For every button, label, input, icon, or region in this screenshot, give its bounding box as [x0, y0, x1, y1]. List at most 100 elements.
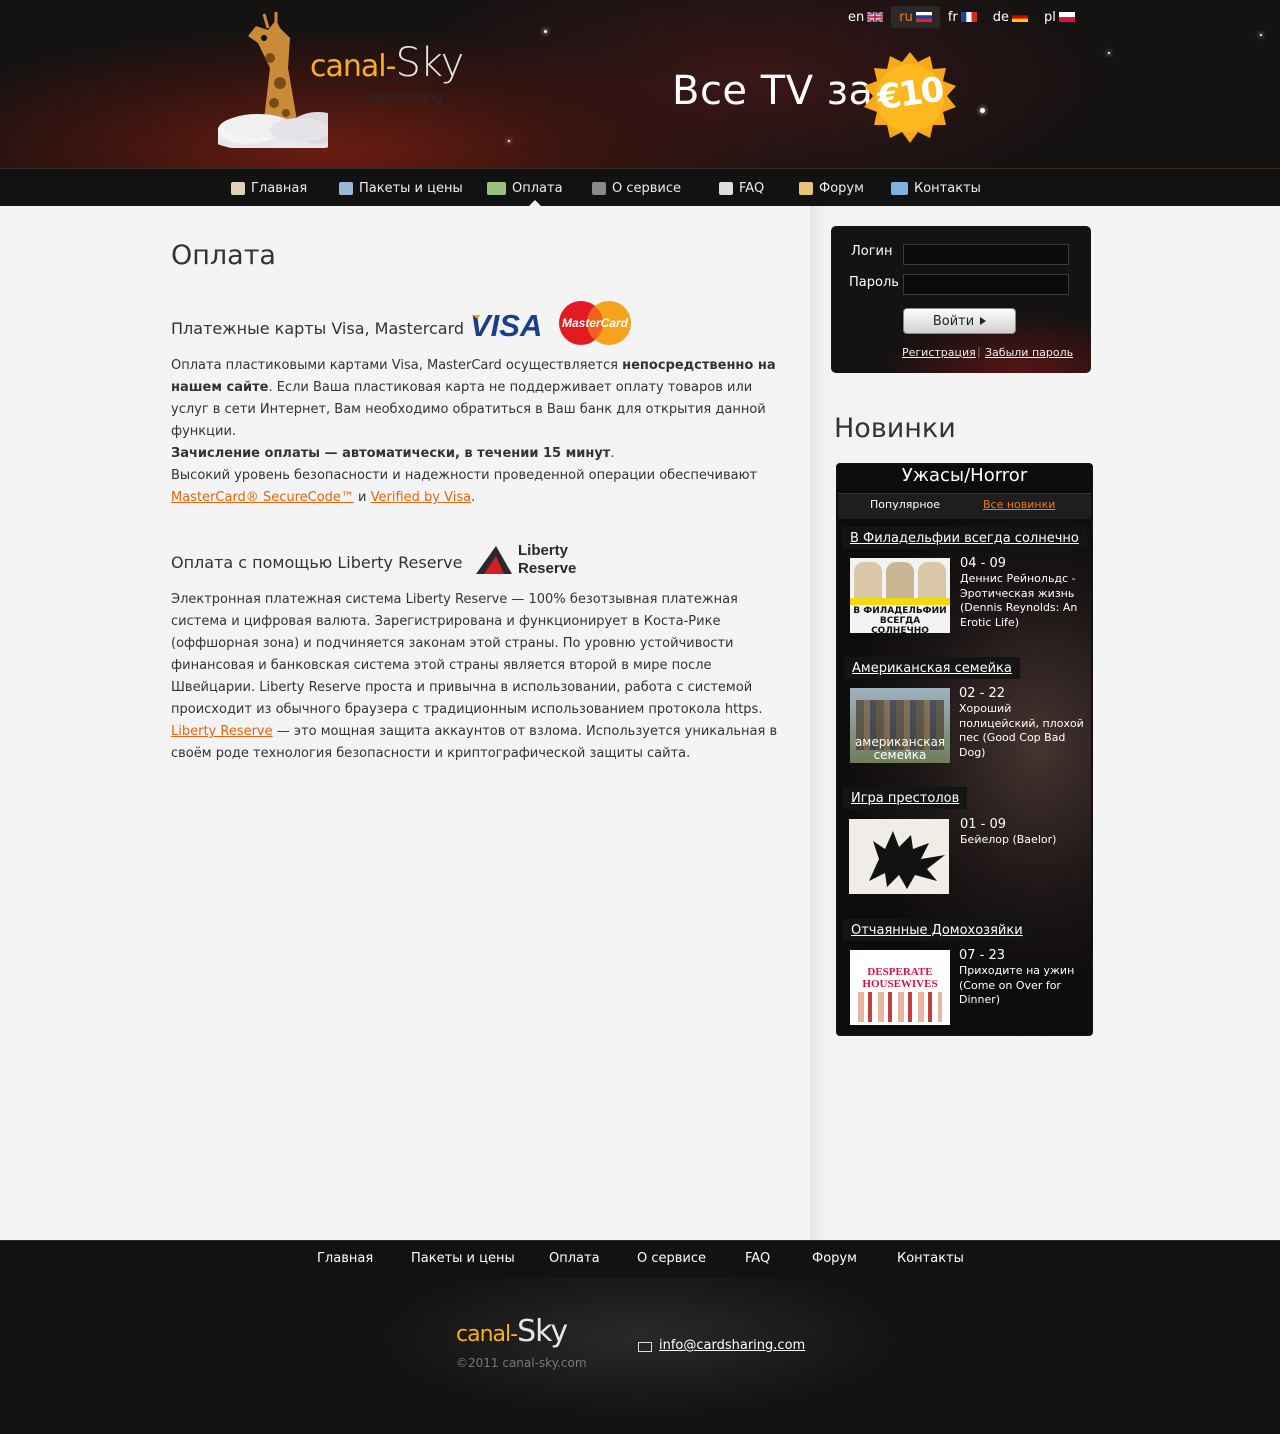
- satellite-icon: [592, 181, 606, 195]
- nav-label: О сервисе: [612, 180, 682, 196]
- genre-title: Ужасы/Horror: [901, 465, 1028, 486]
- footer-nav-about[interactable]: О сервисе: [637, 1251, 706, 1266]
- promo-text: Все TV за: [672, 68, 874, 114]
- episode-name: Приходите на ужин (Come on Over for Dinn…: [959, 964, 1075, 1006]
- password-input[interactable]: [903, 274, 1069, 295]
- cast-figure: [886, 562, 914, 598]
- lang-code: fr: [947, 9, 958, 25]
- forgot-password-link[interactable]: Забыли пароль: [985, 346, 1073, 359]
- thumb-caption: DESPERATE HOUSEWIVES: [862, 966, 938, 990]
- login-button[interactable]: Войти: [903, 308, 1016, 334]
- star-decoration: [544, 30, 547, 33]
- footer-email-link[interactable]: info@cardsharing.com: [659, 1338, 805, 1353]
- header: canal-Sky cardsharing Все TV за €10 en r…: [0, 0, 1280, 168]
- register-link[interactable]: Регистрация: [902, 346, 976, 359]
- episode-number: 02 - 22: [959, 686, 1006, 701]
- cards-description: Оплата пластиковыми картами Visa, Master…: [171, 358, 776, 505]
- france-flag-icon: [960, 12, 977, 22]
- lang-de[interactable]: de: [985, 6, 1036, 28]
- forum-icon: [799, 181, 813, 195]
- show-thumbnail[interactable]: американская семейка: [850, 688, 950, 763]
- nav-label: Форум: [819, 180, 864, 196]
- lang-code: pl: [1044, 9, 1056, 25]
- active-nav-indicator: [529, 200, 541, 206]
- page-title: Оплата: [171, 240, 276, 271]
- show-thumbnail[interactable]: DESPERATE HOUSEWIVES: [850, 950, 950, 1025]
- lang-fr[interactable]: fr: [940, 6, 985, 28]
- mail-icon: [638, 1342, 652, 1352]
- nav-item-faq[interactable]: FAQ: [719, 169, 764, 207]
- cast-figure: [858, 992, 942, 1022]
- liberty-section-title: Оплата с помощью Liberty Reserve: [171, 553, 463, 572]
- mastercard-securecode-link[interactable]: MasterCard® SecureCode™: [171, 490, 354, 505]
- thumb-caption: В ФИЛАДЕЛЬФИИ ВСЕГДА СОЛНЕЧНО: [853, 606, 947, 633]
- main-nav: Главная Пакеты и цены Оплата О сервисе F…: [0, 168, 1280, 206]
- show-thumbnail[interactable]: В ФИЛАДЕЛЬФИИ ВСЕГДА СОЛНЕЧНО: [850, 558, 950, 633]
- footer: [0, 1278, 1280, 1434]
- russia-flag-icon: [915, 12, 932, 22]
- visa-logo-text: VISA: [470, 309, 542, 341]
- footer-nav-forum[interactable]: Форум: [812, 1251, 857, 1266]
- visa-logo-icon: VISA: [470, 309, 542, 341]
- episode-number: 04 - 09: [960, 556, 1007, 571]
- nav-label: Контакты: [914, 180, 981, 196]
- lang-code: ru: [899, 9, 913, 25]
- footer-nav-packages[interactable]: Пакеты и цены: [411, 1251, 515, 1266]
- lang-ru[interactable]: ru: [891, 6, 940, 28]
- logo-subtitle: cardsharing: [366, 90, 443, 105]
- nav-item-home[interactable]: Главная: [231, 169, 307, 207]
- nav-item-about[interactable]: О сервисе: [592, 169, 681, 207]
- tab-popular[interactable]: Популярное: [870, 498, 940, 511]
- cast-figure: [854, 562, 882, 598]
- lang-code: en: [848, 9, 865, 25]
- thumb-stripe: [850, 598, 950, 605]
- contacts-icon: [891, 181, 908, 195]
- footer-logo[interactable]: canal-Sky: [456, 1314, 568, 1349]
- new-shows-title: Новинки: [834, 413, 956, 444]
- show-title-link[interactable]: Игра престолов: [843, 787, 968, 809]
- nav-item-payment[interactable]: Оплата: [487, 169, 563, 207]
- footer-nav-payment[interactable]: Оплата: [549, 1251, 600, 1266]
- logo[interactable]: canal-Sky: [310, 40, 464, 86]
- language-switcher: en ru fr de pl: [840, 6, 1083, 28]
- lang-code: de: [992, 9, 1010, 25]
- episode-name: Хороший полицейский, плохой пес (Good Co…: [959, 702, 1084, 759]
- cast-figure: [918, 562, 946, 598]
- episode-number: 07 - 23: [959, 948, 1006, 963]
- verified-by-visa-link[interactable]: Verified by Visa: [371, 490, 471, 505]
- lang-en[interactable]: en: [840, 6, 891, 28]
- login-input[interactable]: [903, 244, 1069, 265]
- thumb-caption: американская семейка: [854, 735, 946, 762]
- nav-item-contacts[interactable]: Контакты: [891, 169, 981, 207]
- play-arrow-icon: [980, 317, 987, 325]
- show-title-link[interactable]: Американская семейка: [844, 657, 1020, 679]
- liberty-reserve-link[interactable]: Liberty Reserve: [171, 724, 273, 739]
- footer-nav-faq[interactable]: FAQ: [745, 1251, 770, 1266]
- nav-label: FAQ: [739, 180, 765, 196]
- uk-flag-icon: [867, 12, 884, 22]
- login-label: Логин: [851, 244, 893, 259]
- nav-item-packages[interactable]: Пакеты и цены: [339, 169, 463, 207]
- footer-nav-home[interactable]: Главная: [317, 1251, 373, 1266]
- germany-flag-icon: [1012, 12, 1029, 22]
- episode-name: Бейелор (Baelor): [960, 833, 1057, 846]
- show-thumbnail[interactable]: [849, 819, 949, 894]
- tab-all-new[interactable]: Все новинки: [983, 498, 1055, 511]
- liberty-description: Электронная платежная система Liberty Re…: [171, 592, 778, 761]
- direwolf-sigil-icon: [869, 831, 945, 889]
- show-title-link[interactable]: В Филадельфии всегда солнечно: [842, 527, 1087, 549]
- money-icon: [487, 181, 506, 195]
- cards-section-title: Платежные карты Visa, Mastercard: [171, 319, 465, 338]
- mastercard-logo-text: MasterCard: [562, 316, 629, 330]
- nav-item-forum[interactable]: Форум: [799, 169, 864, 207]
- show-title-link[interactable]: Отчаянные Домохозяйки: [843, 919, 1031, 941]
- question-icon: [719, 181, 733, 195]
- star-decoration: [1108, 52, 1110, 54]
- nav-label: Оплата: [512, 180, 563, 196]
- lang-pl[interactable]: pl: [1036, 6, 1083, 28]
- footer-nav-contacts[interactable]: Контакты: [897, 1251, 964, 1266]
- episode-number: 01 - 09: [960, 817, 1007, 832]
- nav-label: Главная: [251, 180, 308, 196]
- reserve-logo-text: Reserve: [518, 560, 576, 577]
- password-label: Пароль: [849, 275, 899, 290]
